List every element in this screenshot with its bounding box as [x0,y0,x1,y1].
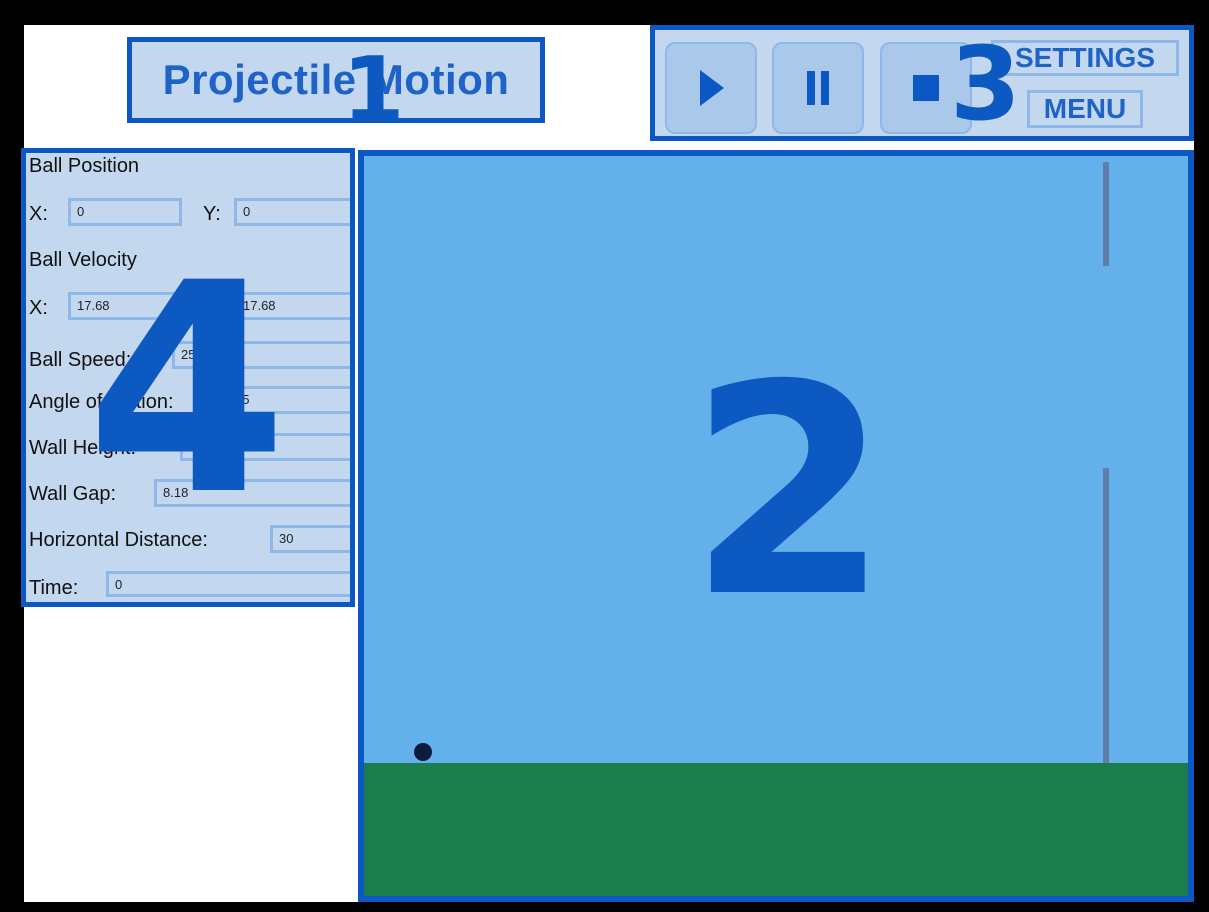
wall-gap-label: Wall Gap: [29,483,117,505]
time-field[interactable]: 0 [106,571,350,597]
velocity-x-field[interactable]: 17.68 [68,292,182,320]
velocity-x-label: X: [29,297,48,319]
info-panel: Ball Position X: 0 Y: 0 Ball Velocity X:… [21,148,355,607]
position-y-label: Y: [203,203,221,225]
ball-speed-label: Ball Speed: [29,349,132,371]
angle-of-motion-field[interactable]: 45 [226,386,350,414]
ball-position-heading: Ball Position [29,155,140,177]
position-x-field[interactable]: 0 [68,198,182,226]
velocity-y-field[interactable]: 17.68 [234,292,350,320]
wall-upper [1103,162,1109,266]
stop-icon [913,75,939,101]
simulation-canvas[interactable] [358,150,1194,902]
angle-of-motion-label: Angle of Motion: [29,391,174,413]
pause-button[interactable] [772,42,864,134]
ball-velocity-heading: Ball Velocity [29,249,137,271]
wall-gap-field[interactable]: 8.18 [154,479,350,507]
page-title: Projectile Motion [162,56,510,103]
ground [364,763,1188,896]
toolbar: SETTINGS MENU [650,25,1194,141]
menu-button[interactable]: MENU [1027,90,1143,128]
position-x-label: X: [29,203,48,225]
wall-lower [1103,468,1109,765]
wall-height-label: Wall Height: [29,437,137,459]
ball-speed-field[interactable]: 25 [172,341,350,369]
pause-icon [807,71,829,105]
projectile-ball[interactable] [414,743,432,761]
play-button[interactable] [665,42,757,134]
horizontal-distance-field[interactable]: 30 [270,525,350,553]
stop-button[interactable] [880,42,972,134]
title-banner: Projectile Motion [127,37,545,123]
settings-button[interactable]: SETTINGS [991,40,1179,76]
wall-height-field[interactable]: 10 [180,433,350,461]
time-label: Time: [29,577,79,599]
horizontal-distance-label: Horizontal Distance: [29,529,208,551]
position-y-field[interactable]: 0 [234,198,350,226]
play-icon [700,70,724,106]
